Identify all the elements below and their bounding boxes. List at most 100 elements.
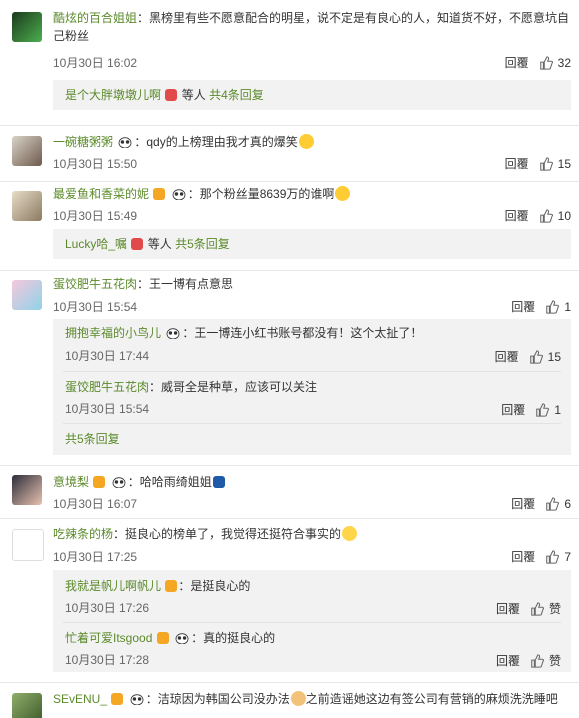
reply-button[interactable]: 回覆 — [501, 401, 525, 418]
reply-button[interactable]: 回覆 — [505, 55, 529, 71]
like-count: 15 — [547, 349, 561, 364]
like-label[interactable]: 赞 — [549, 652, 561, 669]
panda-face-icon — [118, 137, 132, 148]
panda-face-icon — [172, 189, 186, 200]
comment-username[interactable]: SEvENU_ — [53, 692, 107, 706]
panda-face-icon — [130, 694, 144, 705]
reply-text: ：王一博连小红书账号都没有！这个太扯了！ — [182, 326, 423, 340]
reply-username[interactable]: 蛋饺肥牛五花肉 — [65, 380, 149, 394]
comment-timestamp: 10月30日 16:02 — [53, 56, 138, 70]
reply-username[interactable]: 忙着可爱Itsgood — [65, 631, 152, 645]
cat-emoji-icon — [342, 526, 358, 541]
vip-badge-icon — [212, 476, 225, 488]
user-badge-icon — [111, 693, 124, 705]
comment-item: 蛋饺肥牛五花肉：王一博有点意思 10月30日 15:54 回覆 1 拥抱幸福的小… — [0, 271, 579, 466]
comment-text: ：那个粉丝量8639万的谁啊 — [187, 187, 335, 201]
comment-timestamp: 10月30日 15:54 — [53, 300, 138, 314]
comment-text-continued: 之前造谣她这边有签公司有营销的麻烦洗洗睡吧 — [305, 692, 558, 706]
comment-item: SEvENU_ ：洁琼因为韩国公司没办法 之前造谣她这边有签公司有营销的麻烦洗洗睡… — [0, 683, 579, 718]
comment-text-continued: 己粉丝 — [53, 29, 90, 43]
reply-button[interactable]: 回覆 — [495, 348, 519, 365]
comment-timestamp: 10月30日 15:50 — [53, 157, 138, 171]
like-icon[interactable] — [539, 157, 553, 171]
reply-summary-text: 等人 — [181, 88, 206, 102]
like-icon[interactable] — [530, 653, 544, 668]
comment-text: ：挺良心的榜单了，我觉得还挺符合事实的 — [113, 527, 342, 541]
avatar[interactable] — [12, 529, 44, 561]
avatar[interactable] — [12, 136, 42, 166]
user-badge-icon — [165, 89, 178, 101]
reply-button[interactable]: 回覆 — [511, 549, 535, 565]
comment-text: ：洁琼因为韩国公司没办法 — [145, 692, 290, 706]
reply-timestamp: 10月30日 17:26 — [65, 601, 150, 615]
comment-username[interactable]: 一碗糖粥粥 — [53, 135, 113, 149]
comment-username[interactable]: 意境梨 — [53, 475, 89, 489]
replies-box: 我就是帆儿啊帆儿 ：是挺良心的 10月30日 17:26 回覆 赞 忙着可爱It… — [53, 570, 571, 672]
comment-text: ：王一博有点意思 — [137, 277, 234, 291]
like-count: 15 — [557, 157, 571, 171]
user-badge-icon — [131, 238, 144, 250]
reply-divider — [63, 423, 561, 424]
comment-item: 意境梨 ：哈哈雨绮姐姐 10月30日 16:07 回覆 6 — [0, 466, 579, 519]
comment-text: ：黑榜里有些不愿意配合的明星，说不定是有良心的人，知道货不好，不愿意坑自 — [137, 11, 570, 25]
like-count: 32 — [557, 56, 571, 70]
view-replies-link[interactable]: 共4条回复 — [209, 88, 264, 102]
avatar[interactable] — [12, 693, 42, 718]
view-replies-link[interactable]: 共5条回复 — [175, 237, 230, 251]
like-icon[interactable] — [545, 300, 560, 314]
like-count: 6 — [564, 497, 571, 511]
like-icon[interactable] — [539, 56, 553, 70]
reply-username[interactable]: 拥抱幸福的小鸟儿 — [65, 326, 161, 340]
reply-button[interactable]: 回覆 — [505, 208, 529, 224]
reply-username[interactable]: Lucky哈_嘱 — [65, 237, 127, 251]
reply-button[interactable]: 回覆 — [496, 652, 520, 669]
like-count: 1 — [554, 402, 561, 417]
laughing-emoji-icon — [298, 134, 314, 149]
comment-item: 最爱鱼和香菜的妮 ：那个粉丝量8639万的谁啊 10月30日 15:49 回覆 … — [0, 182, 579, 271]
like-label[interactable]: 赞 — [549, 600, 561, 617]
user-badge-icon — [165, 580, 178, 592]
comment-feed: 酷炫的百合姐姐：黑榜里有些不愿意配合的明星，说不定是有良心的人，知道货不好，不愿… — [0, 0, 579, 718]
comment-text: ：哈哈雨绮姐姐 — [127, 475, 212, 489]
panda-face-icon — [112, 477, 126, 488]
panda-face-icon — [166, 328, 180, 339]
comment-item: 一碗糖粥粥 ：qdy的上榜理由我才真的爆笑 10月30日 15:50 回覆 15 — [0, 126, 579, 182]
comment-username[interactable]: 蛋饺肥牛五花肉 — [53, 277, 137, 291]
like-count: 1 — [564, 300, 571, 314]
user-badge-icon — [153, 188, 166, 200]
comment-item: 酷炫的百合姐姐：黑榜里有些不愿意配合的明星，说不定是有良心的人，知道货不好，不愿… — [0, 0, 579, 126]
user-badge-icon — [93, 476, 106, 488]
reply-timestamp: 10月30日 15:54 — [65, 402, 150, 416]
view-replies-link[interactable]: 共5条回复 — [65, 432, 120, 446]
reply-timestamp: 10月30日 17:44 — [65, 349, 150, 363]
avatar[interactable] — [12, 12, 42, 42]
like-icon[interactable] — [545, 497, 560, 511]
comment-username[interactable]: 最爱鱼和香菜的妮 — [53, 187, 149, 201]
reply-summary-box: Lucky哈_嘱 等人 共5条回复 — [53, 229, 571, 259]
reply-button[interactable]: 回覆 — [511, 496, 535, 512]
like-icon[interactable] — [535, 402, 550, 417]
reply-username[interactable]: 我就是帆儿啊帆儿 — [65, 579, 161, 593]
reply-summary-box: 是个大胖墩墩儿啊 等人 共4条回复 — [53, 80, 571, 110]
reply-text: ：真的挺良心的 — [191, 631, 276, 645]
reply-button[interactable]: 回覆 — [496, 600, 520, 617]
avatar[interactable] — [12, 191, 42, 221]
panda-face-icon — [175, 633, 189, 644]
avatar[interactable] — [12, 475, 42, 505]
reply-text: ：是挺良心的 — [178, 579, 251, 593]
like-icon[interactable] — [530, 601, 544, 616]
like-icon[interactable] — [539, 209, 553, 223]
reply-text: ：威哥全是种草，应该可以关注 — [149, 380, 318, 394]
avatar[interactable] — [12, 280, 42, 310]
comment-username[interactable]: 吃辣条的杨 — [53, 527, 113, 541]
dizzy-emoji-icon — [335, 186, 351, 201]
reply-button[interactable]: 回覆 — [511, 299, 535, 315]
comment-username[interactable]: 酷炫的百合姐姐 — [53, 11, 137, 25]
comment-text: ：qdy的上榜理由我才真的爆笑 — [134, 135, 298, 149]
reply-username[interactable]: 是个大胖墩墩儿啊 — [65, 88, 161, 102]
like-icon[interactable] — [529, 349, 543, 364]
like-icon[interactable] — [545, 550, 560, 564]
user-badge-icon — [156, 632, 169, 644]
reply-button[interactable]: 回覆 — [505, 156, 529, 172]
comment-timestamp: 10月30日 15:49 — [53, 209, 138, 223]
